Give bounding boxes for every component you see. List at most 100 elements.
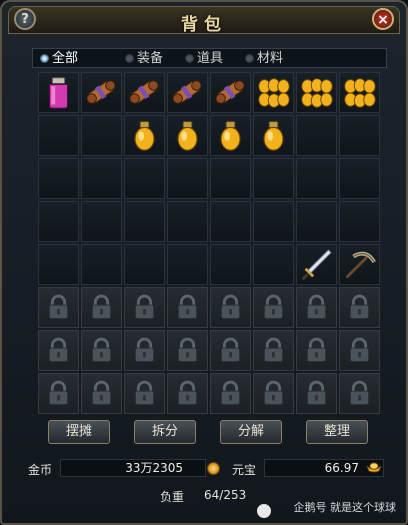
inventory-slot[interactable] (167, 115, 208, 156)
locked-slot[interactable] (124, 287, 165, 328)
locked-slot[interactable] (167, 330, 208, 371)
locked-slot[interactable] (167, 373, 208, 414)
inventory-slot[interactable] (38, 201, 79, 242)
inventory-slot[interactable] (81, 201, 122, 242)
inventory-slot[interactable] (210, 244, 251, 285)
locked-slot[interactable] (38, 287, 79, 328)
inventory-slot[interactable] (167, 201, 208, 242)
decompose-button[interactable]: 分解 (220, 420, 282, 444)
scroll-icon (86, 80, 116, 104)
locked-slot[interactable] (124, 373, 165, 414)
inventory-slot[interactable] (38, 158, 79, 199)
inventory-slot[interactable] (124, 244, 165, 285)
locked-slot[interactable] (38, 373, 79, 414)
locked-slot[interactable] (296, 287, 337, 328)
lock-icon (134, 380, 155, 405)
inventory-slot[interactable] (38, 72, 79, 113)
tab-items[interactable]: 道具 (183, 50, 223, 67)
stall-button[interactable]: 摆摊 (48, 420, 110, 444)
lock-icon (48, 380, 69, 405)
lock-icon (349, 294, 370, 319)
locked-slot[interactable] (253, 330, 294, 371)
locked-slot[interactable] (210, 373, 251, 414)
help-button[interactable]: ? (14, 8, 36, 30)
inventory-slot[interactable] (339, 244, 380, 285)
inventory-slot[interactable] (210, 158, 251, 199)
lock-icon (306, 337, 327, 362)
inventory-slot[interactable] (210, 115, 251, 156)
title-bar[interactable]: 背包 (8, 6, 400, 35)
tab-materials[interactable]: 材料 (243, 50, 283, 67)
sort-button[interactable]: 整理 (306, 420, 368, 444)
locked-slot[interactable] (124, 330, 165, 371)
inventory-slot[interactable] (210, 72, 251, 113)
inventory-slot[interactable] (210, 201, 251, 242)
inventory-slot[interactable] (124, 72, 165, 113)
inventory-slot[interactable] (253, 244, 294, 285)
locked-slot[interactable] (210, 330, 251, 371)
lock-icon (48, 294, 69, 319)
locked-slot[interactable] (210, 287, 251, 328)
inventory-slot[interactable] (81, 72, 122, 113)
lock-icon (306, 294, 327, 319)
inventory-slot[interactable] (38, 115, 79, 156)
inventory-slot[interactable] (167, 72, 208, 113)
close-button[interactable]: × (372, 8, 394, 30)
scroll-icon (172, 80, 202, 104)
gold-potion-bundle-icon (344, 78, 376, 108)
gold-potion-bundle-icon (258, 78, 290, 108)
locked-slot[interactable] (339, 373, 380, 414)
locked-slot[interactable] (167, 287, 208, 328)
inventory-slot[interactable] (81, 158, 122, 199)
split-button[interactable]: 拆分 (134, 420, 196, 444)
inventory-slot[interactable] (81, 115, 122, 156)
tab-all[interactable]: 全部 (38, 50, 78, 67)
yuanbao-label: 元宝 (232, 463, 257, 477)
inventory-slot[interactable] (296, 158, 337, 199)
gold-potion-bundle-icon (301, 78, 333, 108)
inventory-slot[interactable] (253, 201, 294, 242)
locked-slot[interactable] (296, 330, 337, 371)
inventory-slot[interactable] (253, 158, 294, 199)
inventory-slot[interactable] (296, 244, 337, 285)
inventory-slot[interactable] (339, 201, 380, 242)
radio-icon (185, 54, 194, 63)
inventory-slot[interactable] (339, 115, 380, 156)
gold-potion-icon (220, 121, 241, 151)
locked-slot[interactable] (339, 287, 380, 328)
inventory-slot[interactable] (167, 244, 208, 285)
category-tabs: 全部 装备 道具 材料 (32, 48, 387, 68)
locked-slot[interactable] (81, 373, 122, 414)
locked-slot[interactable] (81, 330, 122, 371)
inventory-slot[interactable] (339, 72, 380, 113)
lock-icon (349, 380, 370, 405)
gold-potion-icon (263, 121, 284, 151)
lock-icon (263, 380, 284, 405)
scroll-icon (215, 80, 245, 104)
inventory-slot[interactable] (296, 72, 337, 113)
inventory-slot[interactable] (124, 158, 165, 199)
lock-icon (177, 294, 198, 319)
gold-coin-icon (207, 462, 220, 475)
pickaxe-icon (345, 251, 376, 279)
inventory-slot[interactable] (124, 115, 165, 156)
inventory-slot[interactable] (124, 201, 165, 242)
inventory-slot[interactable] (296, 201, 337, 242)
inventory-slot[interactable] (167, 158, 208, 199)
locked-slot[interactable] (296, 373, 337, 414)
locked-slot[interactable] (339, 330, 380, 371)
lock-icon (349, 337, 370, 362)
weight-value: 64/253 (204, 488, 247, 502)
inventory-slot[interactable] (253, 72, 294, 113)
inventory-slot[interactable] (296, 115, 337, 156)
locked-slot[interactable] (38, 330, 79, 371)
locked-slot[interactable] (253, 287, 294, 328)
tab-equipment[interactable]: 装备 (123, 50, 163, 67)
backpack-window: 背包 ? × 全部 装备 道具 材料 摆摊 拆分 分解 整理 金币 33万230… (0, 0, 408, 525)
inventory-slot[interactable] (253, 115, 294, 156)
inventory-slot[interactable] (38, 244, 79, 285)
locked-slot[interactable] (253, 373, 294, 414)
inventory-slot[interactable] (339, 158, 380, 199)
locked-slot[interactable] (81, 287, 122, 328)
inventory-slot[interactable] (81, 244, 122, 285)
